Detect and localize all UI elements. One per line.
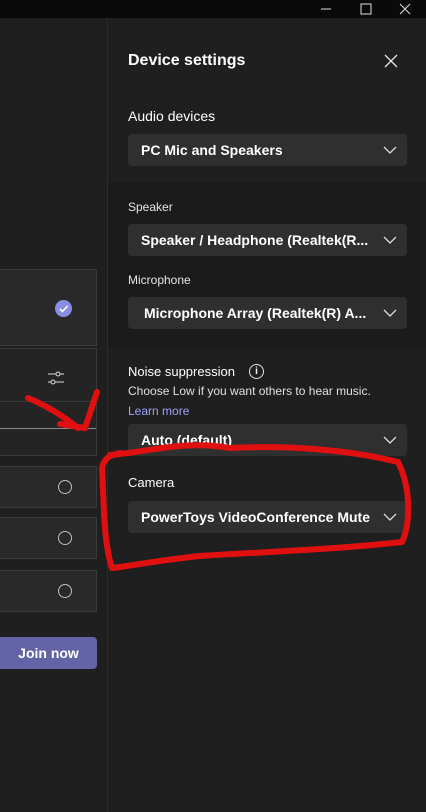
learn-more-link[interactable]: Learn more <box>128 404 189 418</box>
speaker-dropdown[interactable]: Speaker / Headphone (Realtek(R... <box>128 224 407 256</box>
speaker-label: Speaker <box>128 200 173 214</box>
radio-icon <box>58 480 72 494</box>
volume-slider[interactable] <box>0 401 96 429</box>
noise-suppression-label: Noise suppression <box>128 364 235 379</box>
audio-devices-value: PC Mic and Speakers <box>141 142 283 158</box>
prejoin-pane: Join now <box>0 18 107 812</box>
noise-suppression-description: Choose Low if you want others to hear mu… <box>128 384 371 398</box>
close-icon <box>399 3 411 15</box>
panel-close-button[interactable] <box>382 52 400 70</box>
minimize-icon <box>321 8 331 10</box>
microphone-dropdown[interactable]: Microphone Array (Realtek(R) A... <box>128 297 407 329</box>
audio-option-room[interactable] <box>0 517 97 559</box>
microphone-value: Microphone Array (Realtek(R) A... <box>144 305 367 321</box>
audio-option-computer[interactable] <box>0 269 97 346</box>
title-bar <box>0 0 426 18</box>
noise-suppression-value: Auto (default) <box>141 432 232 448</box>
radio-icon <box>58 531 72 545</box>
audio-settings-card <box>0 348 97 456</box>
camera-value: PowerToys VideoConference Mute <box>141 509 370 525</box>
panel-title: Device settings <box>128 52 246 69</box>
noise-suppression-dropdown[interactable]: Auto (default) <box>128 424 407 456</box>
window-close-button[interactable] <box>390 0 420 18</box>
device-settings-panel: Device settings Audio devices PC Mic and… <box>107 18 426 812</box>
speaker-value: Speaker / Headphone (Realtek(R... <box>141 232 369 248</box>
minimize-button[interactable] <box>311 0 341 18</box>
camera-dropdown[interactable]: PowerToys VideoConference Mute <box>128 501 407 533</box>
join-now-button[interactable]: Join now <box>0 637 97 669</box>
chevron-down-icon <box>383 236 397 244</box>
chevron-down-icon <box>383 436 397 444</box>
audio-option-off[interactable] <box>0 570 97 612</box>
info-icon[interactable]: i <box>249 364 264 379</box>
audio-option-phone[interactable] <box>0 466 97 508</box>
close-icon <box>384 54 398 68</box>
radio-icon <box>58 584 72 598</box>
maximize-button[interactable] <box>351 0 381 18</box>
camera-label: Camera <box>128 475 175 490</box>
chevron-down-icon <box>383 146 397 154</box>
device-settings-icon[interactable] <box>47 370 65 386</box>
chevron-down-icon <box>383 513 397 521</box>
microphone-label: Microphone <box>128 273 191 287</box>
chevron-down-icon <box>383 309 397 317</box>
audio-devices-dropdown[interactable]: PC Mic and Speakers <box>128 134 407 166</box>
maximize-icon <box>360 3 372 15</box>
audio-devices-label: Audio devices <box>128 108 216 124</box>
checked-radio-icon <box>55 300 72 317</box>
